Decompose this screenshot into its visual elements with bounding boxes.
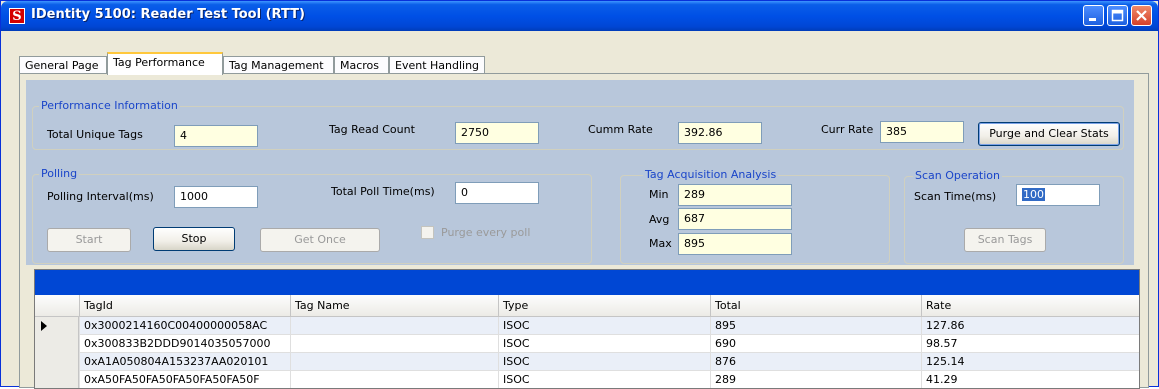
column-header-total[interactable]: Total — [710, 295, 921, 317]
polling-interval-input[interactable]: 1000 — [174, 186, 258, 208]
purge-clear-stats-button[interactable]: Purge and Clear Stats — [978, 122, 1120, 146]
get-once-button[interactable]: Get Once — [260, 228, 380, 252]
tab-macros[interactable]: Macros — [334, 56, 389, 74]
cumm-rate-label: Cumm Rate — [588, 123, 653, 136]
scan-tags-button[interactable]: Scan Tags — [964, 228, 1046, 252]
cell-tagid[interactable]: 0x300833B2DDD9014035057000 — [79, 335, 290, 353]
total-poll-time-label: Total Poll Time(ms) — [331, 185, 435, 198]
tag-performance-page: Performance Information Total Unique Tag… — [19, 73, 1149, 389]
tab-tag-performance[interactable]: Tag Performance — [107, 52, 223, 75]
row-header[interactable] — [35, 353, 79, 371]
cell-tag-name[interactable] — [290, 353, 498, 371]
min-label: Min — [649, 188, 669, 201]
table-row[interactable]: 0xA1A050804A153237AA020101 ISOC 876 125.… — [35, 353, 1139, 371]
title-bar[interactable]: S IDentity 5100: Reader Test Tool (RTT) — [1, 1, 1158, 31]
grid-header: TagId Tag Name Type Total Rate — [35, 295, 1139, 317]
table-row[interactable]: 0xA50FA50FA50FA50FA50FA50F ISOC 289 41.2… — [35, 371, 1139, 388]
avg-field[interactable]: 687 — [678, 208, 792, 230]
scan-operation-group-title: Scan Operation — [913, 169, 1002, 182]
tab-general-page[interactable]: General Page — [19, 56, 107, 74]
scan-time-value: 100 — [1022, 188, 1045, 201]
cell-rate[interactable]: 125.14 — [921, 353, 1139, 371]
cell-rate[interactable]: 41.29 — [921, 371, 1139, 388]
cell-tag-name[interactable] — [290, 335, 498, 353]
scan-time-input[interactable]: 100 — [1016, 184, 1100, 206]
cell-tag-name[interactable] — [290, 317, 498, 335]
cell-tagid[interactable]: 0xA1A050804A153237AA020101 — [79, 353, 290, 371]
max-field[interactable]: 895 — [678, 233, 792, 255]
curr-rate-label: Curr Rate — [821, 123, 874, 136]
scan-time-label: Scan Time(ms) — [914, 190, 997, 203]
tab-tag-management[interactable]: Tag Management — [223, 56, 334, 74]
close-button[interactable] — [1131, 5, 1152, 26]
max-label: Max — [649, 237, 672, 250]
cell-tag-name[interactable] — [290, 371, 498, 388]
total-unique-tags-field[interactable]: 4 — [174, 125, 258, 147]
cell-tagid[interactable]: 0x3000214160C00400000058AC — [79, 317, 290, 335]
tag-read-count-field[interactable]: 2750 — [455, 122, 539, 144]
maximize-icon — [1111, 9, 1124, 22]
close-icon — [1136, 10, 1147, 21]
column-header-tagid[interactable]: TagId — [79, 295, 290, 317]
tab-event-handling[interactable]: Event Handling — [389, 56, 485, 74]
cell-type[interactable]: ISOC — [498, 371, 710, 388]
cell-rate[interactable]: 127.86 — [921, 317, 1139, 335]
start-button[interactable]: Start — [47, 228, 131, 252]
polling-interval-label: Polling Interval(ms) — [47, 190, 154, 203]
cell-total[interactable]: 690 — [710, 335, 921, 353]
min-field[interactable]: 289 — [678, 184, 792, 206]
tag-read-count-label: Tag Read Count — [329, 123, 415, 136]
cell-tagid[interactable]: 0xA50FA50FA50FA50FA50FA50F — [79, 371, 290, 388]
row-header-corner — [35, 295, 79, 317]
row-header[interactable] — [35, 317, 79, 335]
cell-total[interactable]: 895 — [710, 317, 921, 335]
column-header-type[interactable]: Type — [498, 295, 710, 317]
cell-type[interactable]: ISOC — [498, 317, 710, 335]
row-header[interactable] — [35, 335, 79, 353]
avg-label: Avg — [649, 213, 670, 226]
app-window: S IDentity 5100: Reader Test Tool (RTT) … — [0, 0, 1159, 389]
purge-every-poll-label: Purge every poll — [441, 226, 531, 239]
column-header-rate[interactable]: Rate — [921, 295, 1139, 317]
tag-grid: TagId Tag Name Type Total Rate 0x3000214… — [34, 269, 1140, 389]
column-header-tag-name[interactable]: Tag Name — [290, 295, 498, 317]
cell-total[interactable]: 876 — [710, 353, 921, 371]
cell-total[interactable]: 289 — [710, 371, 921, 388]
total-unique-tags-label: Total Unique Tags — [47, 128, 143, 141]
current-row-arrow-icon — [41, 321, 47, 331]
maximize-button[interactable] — [1107, 5, 1128, 26]
purge-every-poll-checkbox[interactable] — [421, 226, 434, 239]
tab-strip: General Page Tag Performance Tag Managem… — [19, 48, 1149, 75]
cumm-rate-field[interactable]: 392.86 — [678, 122, 762, 144]
grid-caption-bar — [35, 270, 1139, 295]
cell-type[interactable]: ISOC — [498, 353, 710, 371]
cell-type[interactable]: ISOC — [498, 335, 710, 353]
stop-button[interactable]: Stop — [153, 227, 235, 251]
minimize-button[interactable] — [1083, 5, 1104, 26]
minimize-icon — [1089, 18, 1096, 21]
table-row[interactable]: 0x300833B2DDD9014035057000 ISOC 690 98.5… — [35, 335, 1139, 353]
window-title: IDentity 5100: Reader Test Tool (RTT) — [31, 7, 305, 22]
table-row[interactable]: 0x3000214160C00400000058AC ISOC 895 127.… — [35, 317, 1139, 335]
total-poll-time-input[interactable]: 0 — [455, 182, 539, 204]
tag-acquisition-group-title: Tag Acquisition Analysis — [643, 168, 779, 181]
polling-group-title: Polling — [39, 167, 80, 180]
curr-rate-field[interactable]: 385 — [880, 121, 964, 143]
row-header[interactable] — [35, 371, 79, 388]
app-logo-icon: S — [9, 8, 25, 24]
cell-rate[interactable]: 98.57 — [921, 335, 1139, 353]
performance-group-title: Performance Information — [39, 99, 180, 112]
